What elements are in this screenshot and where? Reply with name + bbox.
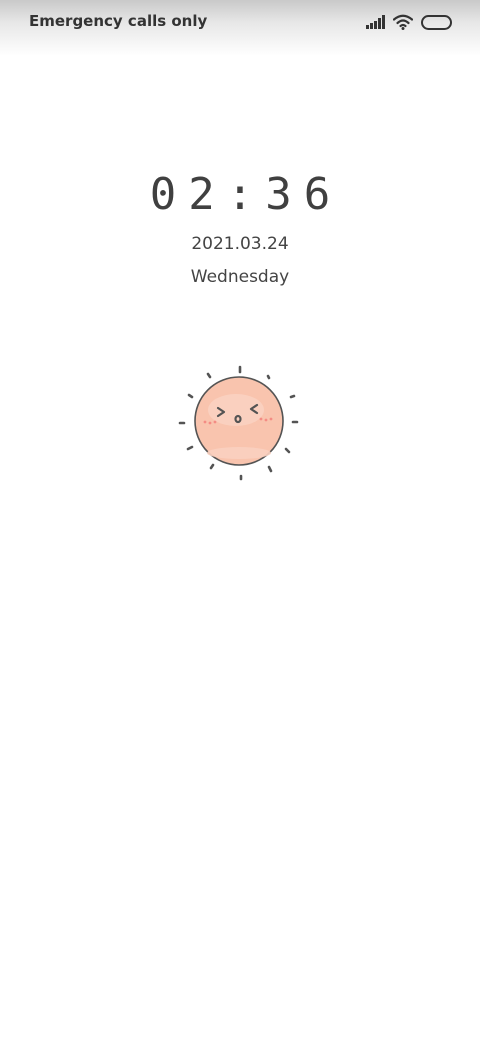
lockscreen-weekday: Wednesday — [190, 267, 290, 287]
signal-icon — [366, 15, 386, 29]
status-icons — [366, 13, 452, 31]
wifi-icon — [393, 14, 413, 30]
status-bar: Emergency calls only — [0, 0, 480, 56]
carrier-text: Emergency calls only — [29, 12, 208, 30]
lockscreen-date: 2021.03.24 — [191, 234, 289, 254]
battery-icon — [421, 14, 452, 30]
smiling-sun-icon — [178, 365, 299, 481]
lockscreen-clock: 02:36 — [149, 169, 343, 220]
